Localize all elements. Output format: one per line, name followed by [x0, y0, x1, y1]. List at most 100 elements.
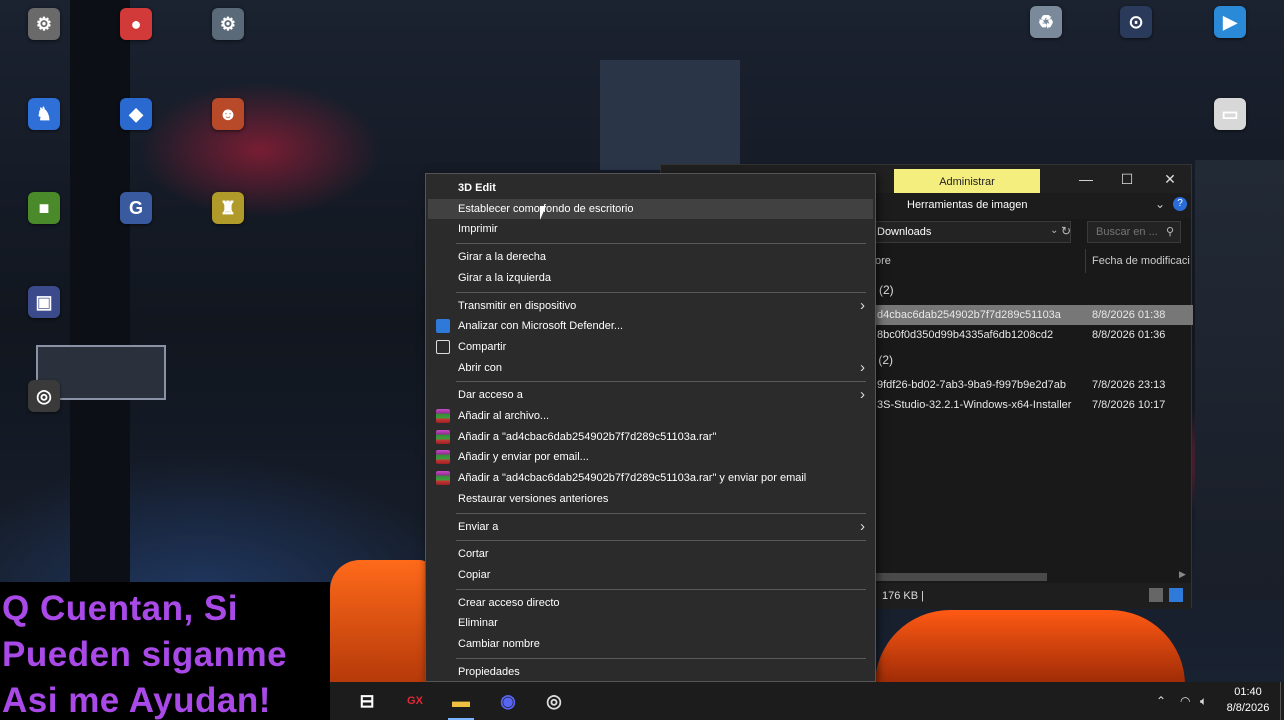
menu-item[interactable]: Añadir a "ad4cbac6dab254902b7f7d289c5110…	[428, 468, 873, 488]
group-header[interactable]: (2)	[879, 283, 894, 297]
menu-item[interactable]: Establecer como fondo de escritorio	[428, 198, 873, 219]
menu-separator	[456, 291, 866, 293]
selected-size: 176 KB |	[882, 590, 924, 602]
chevron-right-icon: ›	[860, 358, 865, 376]
menu-item[interactable]: Enviar a ›	[428, 517, 873, 537]
menu-item-label: Cortar	[458, 548, 489, 561]
address-text: Downloads	[877, 226, 932, 238]
menu-item[interactable]: 3D Edit	[428, 178, 873, 198]
menu-separator	[456, 512, 866, 514]
minimize-icon[interactable]: —	[1076, 171, 1096, 187]
file-date: 8/8/2026 01:36	[1092, 329, 1166, 341]
show-desktop-button[interactable]	[1280, 682, 1284, 720]
menu-separator	[456, 540, 866, 542]
menu-item-label: Cambiar nombre	[458, 638, 540, 650]
app-icon[interactable]: ⚙	[212, 8, 244, 40]
help-icon[interactable]: ?	[1173, 197, 1187, 211]
menu-item-label: 3D Edit	[458, 182, 496, 194]
chevron-right-icon: ›	[860, 296, 865, 314]
close-icon[interactable]: ✕	[1160, 171, 1180, 188]
minecraft-icon[interactable]: ■	[28, 192, 60, 224]
game-icon[interactable]: ♞	[28, 98, 60, 130]
chevron-right-icon: ›	[860, 386, 865, 404]
steam-icon[interactable]: ⊙	[1120, 6, 1152, 38]
app-icon[interactable]: ●	[120, 8, 152, 40]
chevron-right-icon: ›	[860, 517, 865, 535]
menu-item[interactable]: Cortar	[428, 544, 873, 564]
maximize-icon[interactable]: ☐	[1117, 171, 1137, 188]
file-row[interactable]: 8bc0f0d350d99b4335af6db1208cd2 8/8/2026 …	[875, 325, 1193, 345]
overlay-line-1: Q Cuentan, Si	[2, 589, 238, 628]
clock-time[interactable]: 01:40	[1226, 686, 1270, 698]
file-name: 8bc0f0d350d99b4335af6db1208cd2	[877, 329, 1054, 341]
horizontal-scrollbar[interactable]	[875, 573, 1047, 581]
file-row[interactable]: d4cbac6dab254902b7f7d289c51103a 8/8/2026…	[875, 305, 1193, 325]
play-store-icon[interactable]: ▶	[1214, 6, 1246, 38]
manage-tab[interactable]: Administrar	[894, 169, 1040, 195]
game-icon[interactable]: ☻	[212, 98, 244, 130]
menu-item[interactable]: Imprimir	[428, 219, 873, 239]
opera-gx-button[interactable]: GX	[392, 682, 438, 720]
column-date-header[interactable]: Fecha de modificaci	[1092, 255, 1190, 267]
folder-icon[interactable]: ▭	[1214, 98, 1246, 130]
menu-item[interactable]: Eliminar	[428, 613, 873, 633]
menu-item[interactable]: Restaurar versiones anteriores	[428, 489, 873, 509]
file-explorer-button[interactable]: ▬	[438, 682, 484, 720]
menu-item[interactable]: Girar a la izquierda	[428, 268, 873, 288]
column-divider[interactable]	[1085, 249, 1086, 273]
winrar-icon	[436, 409, 450, 423]
discord-button[interactable]: ◉	[485, 682, 531, 720]
file-row[interactable]: 9fdf26-bd02-7ab3-9ba9-f997b9e2d7ab 7/8/2…	[875, 375, 1193, 395]
task-view-icon: ⊟	[359, 690, 375, 711]
scroll-right-icon[interactable]: ▶	[1179, 569, 1186, 580]
menu-item[interactable]: Dar acceso a ›	[428, 385, 873, 405]
file-date: 7/8/2026 23:13	[1092, 379, 1166, 391]
menu-item[interactable]: Abrir con ›	[428, 358, 873, 378]
image-tools-tab[interactable]: Herramientas de imagen	[907, 199, 1027, 211]
menu-separator	[456, 243, 866, 245]
menu-item[interactable]: Añadir al archivo...	[428, 406, 873, 426]
menu-item[interactable]: Copiar	[428, 565, 873, 585]
chevron-up-icon[interactable]: ⌃	[1156, 694, 1166, 708]
file-row[interactable]: 3S-Studio-32.2.1-Windows-x64-Installer 7…	[875, 395, 1193, 415]
menu-item[interactable]: Añadir y enviar por email...	[428, 447, 873, 467]
game-icon[interactable]: ♜	[212, 192, 244, 224]
menu-item[interactable]: Cambiar nombre	[428, 634, 873, 654]
wifi-icon[interactable]: ◠	[1180, 694, 1190, 708]
clock-date[interactable]: 8/8/2026	[1220, 702, 1276, 714]
overlay-line-3: Asi me Ayudan!	[2, 681, 271, 720]
opera-gx-icon: GX	[407, 695, 423, 707]
search-box[interactable]: ⚲	[1087, 221, 1181, 243]
menu-item[interactable]: Compartir	[428, 337, 873, 357]
task-view-button[interactable]: ⊟	[344, 682, 390, 720]
menu-item[interactable]: Añadir a "ad4cbac6dab254902b7f7d289c5110…	[428, 427, 873, 447]
menu-item[interactable]: Girar a la derecha	[428, 247, 873, 267]
app-icon[interactable]: ⚙	[28, 8, 60, 40]
menu-item[interactable]: Analizar con Microsoft Defender...	[428, 316, 873, 336]
winrar-icon	[436, 471, 450, 486]
large-icons-view-icon[interactable]	[1169, 588, 1183, 602]
defender-icon	[436, 319, 450, 334]
obs-icon[interactable]: ◎	[28, 380, 60, 412]
roblox-studio-icon[interactable]: ◆	[120, 98, 152, 130]
column-name-header[interactable]: ore	[875, 255, 891, 267]
menu-item[interactable]: Propiedades	[428, 662, 873, 682]
menu-item[interactable]: Crear acceso directo	[428, 593, 873, 613]
chevron-down-icon[interactable]: ⌄	[1155, 197, 1165, 211]
app-icon[interactable]: ▣	[28, 286, 60, 318]
volume-icon[interactable]: 🔈︎	[1200, 694, 1207, 709]
game-icon[interactable]: G	[120, 192, 152, 224]
obs-button[interactable]: ◎	[531, 682, 577, 720]
refresh-icon[interactable]: ↻	[1061, 224, 1071, 238]
overlay-text-box: Q Cuentan, Si Pueden siganme Asi me Ayud…	[0, 582, 330, 720]
menu-item-label: Restaurar versiones anteriores	[458, 492, 609, 505]
address-bar[interactable]: Downloads ⌄	[875, 221, 1071, 243]
wallpaper-car-hood	[875, 610, 1185, 685]
recycle-bin-icon[interactable]: ♻	[1030, 6, 1062, 38]
menu-item[interactable]: Transmitir en dispositivo ›	[428, 296, 873, 316]
chevron-down-icon[interactable]: ⌄	[1050, 225, 1058, 236]
details-view-icon[interactable]	[1149, 588, 1163, 602]
wallpaper-shopfront	[1195, 160, 1284, 600]
share-icon	[436, 339, 450, 354]
wallpaper-building	[70, 0, 130, 600]
